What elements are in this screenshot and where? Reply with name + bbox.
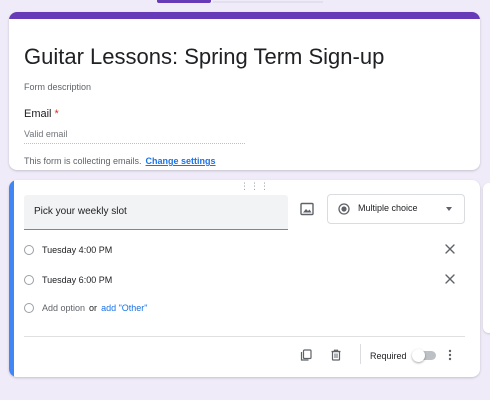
more-options-button[interactable] (446, 348, 454, 361)
email-field-underline (24, 143, 245, 144)
radio-circle-icon (24, 245, 34, 255)
image-icon (300, 202, 314, 216)
active-question-indicator (9, 180, 14, 377)
email-label-text: Email (24, 108, 52, 120)
option-label[interactable]: Tuesday 4:00 PM (42, 245, 112, 255)
chevron-down-icon (446, 207, 452, 211)
radio-circle-icon (24, 275, 34, 285)
required-toggle[interactable] (412, 349, 436, 362)
email-question-label: Email * (24, 108, 59, 120)
form-header-card[interactable]: Guitar Lessons: Spring Term Sign-up Form… (9, 12, 480, 170)
option-label[interactable]: Tuesday 6:00 PM (42, 275, 112, 285)
footer-vertical-divider (360, 344, 361, 364)
add-option-row[interactable]: Add option or add "Other" (24, 300, 459, 320)
add-image-button[interactable] (299, 201, 315, 217)
content-copy-icon (300, 349, 312, 361)
close-icon[interactable] (444, 243, 456, 255)
collecting-emails-text: This form is collecting emails. (24, 156, 142, 166)
required-label: Required (370, 351, 407, 361)
question-title-input[interactable]: Pick your weekly slot (24, 195, 288, 230)
or-separator: or (89, 303, 98, 313)
close-icon[interactable] (444, 273, 456, 285)
trash-icon (331, 349, 341, 361)
add-option-controls: Add option or add "Other" (42, 303, 147, 313)
floating-toolbar-edge (483, 183, 490, 333)
form-description-input[interactable]: Form description (24, 82, 91, 92)
collecting-emails-notice: This form is collecting emails. Change se… (24, 156, 216, 166)
question-type-dropdown[interactable]: Multiple choice (327, 194, 465, 224)
theme-accent-bar (9, 12, 480, 19)
more-vertical-icon (448, 349, 452, 361)
add-option-button[interactable]: Add option (42, 303, 85, 313)
radio-button-checked-icon (338, 203, 350, 215)
question-title-text: Pick your weekly slot (34, 206, 127, 217)
change-settings-link[interactable]: Change settings (146, 156, 216, 166)
option-row[interactable]: Tuesday 6:00 PM (24, 272, 459, 292)
form-title[interactable]: Guitar Lessons: Spring Term Sign-up (24, 44, 384, 70)
delete-question-button[interactable] (330, 348, 342, 361)
toggle-knob (412, 349, 425, 362)
option-row[interactable]: Tuesday 4:00 PM (24, 242, 459, 262)
question-card-active[interactable]: ⋮⋮⋮ Pick your weekly slot Multiple choic… (9, 180, 480, 377)
radio-circle-icon (24, 303, 34, 313)
email-field-placeholder: Valid email (24, 129, 68, 139)
drag-handle-icon[interactable]: ⋮⋮⋮ (240, 182, 270, 191)
add-other-button[interactable]: add "Other" (101, 303, 147, 313)
tab-bar-divider (213, 1, 323, 3)
duplicate-question-button[interactable] (300, 348, 312, 361)
footer-divider (24, 336, 465, 337)
required-asterisk: * (54, 108, 59, 120)
question-type-label: Multiple choice (358, 203, 418, 213)
active-tab-indicator (157, 0, 211, 3)
